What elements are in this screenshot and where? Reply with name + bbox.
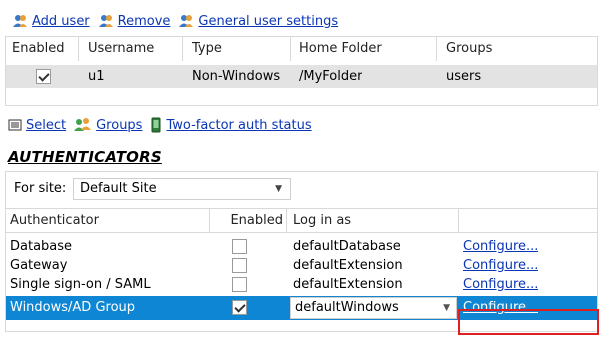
authenticator-name: Gateway [10, 258, 68, 273]
remove-user-icon [98, 15, 113, 27]
add-user-icon [13, 15, 27, 27]
authenticator-enabled-checkbox[interactable] [232, 258, 247, 273]
groups-icon [74, 118, 92, 131]
column-header-groups[interactable]: Groups [446, 37, 492, 61]
login-as-dropdown-value: defaultWindows [295, 300, 399, 315]
general-user-settings-button[interactable]: General user settings [178, 13, 338, 29]
user-settings-icon [179, 15, 194, 27]
two-factor-status-link[interactable]: Two-factor auth status [166, 118, 311, 133]
list-select-icon [8, 119, 22, 131]
authenticator-name: Database [10, 239, 73, 254]
column-header-username[interactable]: Username [88, 37, 154, 61]
column-header-enabled[interactable]: Enabled [218, 209, 283, 233]
user-username: u1 [88, 69, 105, 84]
user-groups: users [446, 69, 482, 84]
add-user-link[interactable]: Add user [32, 14, 90, 29]
user-type: Non-Windows [192, 69, 281, 84]
authenticators-table-header: Authenticator Enabled Log in as [6, 209, 597, 233]
configure-link[interactable]: Configure... [463, 275, 538, 294]
select-button[interactable]: Select [8, 118, 66, 133]
table-row[interactable]: Single sign-on / SAML defaultExtension C… [6, 275, 597, 294]
authenticator-login-as: defaultExtension [293, 258, 403, 273]
table-row[interactable]: u1 Non-Windows /MyFolder users [6, 65, 597, 88]
site-panel: For site: Default Site ▼ [5, 171, 598, 208]
column-header-enabled[interactable]: Enabled [12, 37, 65, 61]
general-user-settings-link[interactable]: General user settings [198, 14, 338, 29]
table-row[interactable]: Gateway defaultExtension Configure... [6, 256, 597, 275]
column-header-type[interactable]: Type [192, 37, 222, 61]
authenticator-enabled-checkbox[interactable] [232, 277, 247, 292]
authenticator-name: Single sign-on / SAML [10, 277, 151, 292]
highlight-box [458, 309, 599, 335]
groups-button[interactable]: Groups [74, 117, 142, 133]
site-dropdown-value: Default Site [80, 181, 157, 196]
phone-icon [151, 117, 161, 133]
add-user-button[interactable]: Add user [12, 13, 90, 29]
authenticators-title: AUTHENTICATORS [8, 148, 162, 166]
users-table-header: Enabled Username Type Home Folder Groups [6, 36, 597, 61]
selection-toolbar: Select Groups Two-factor auth status [8, 114, 320, 136]
authenticator-login-as: defaultExtension [293, 277, 403, 292]
select-link[interactable]: Select [26, 118, 66, 133]
authenticator-enabled-checkbox[interactable] [232, 300, 247, 315]
login-as-dropdown[interactable]: defaultWindows ▼ [290, 297, 457, 319]
chevron-down-icon: ▼ [443, 303, 450, 313]
remove-user-button[interactable]: Remove [98, 13, 171, 29]
authenticator-login-as: defaultDatabase [293, 239, 401, 254]
user-enabled-checkbox[interactable] [36, 69, 51, 84]
site-label: For site: [14, 181, 67, 196]
authenticator-name: Windows/AD Group [10, 300, 136, 315]
authenticator-enabled-checkbox[interactable] [232, 239, 247, 254]
configure-link[interactable]: Configure... [463, 237, 538, 256]
configure-link[interactable]: Configure... [463, 256, 538, 275]
user-home-folder: /MyFolder [299, 69, 363, 84]
table-row[interactable]: Database defaultDatabase Configure... [6, 237, 597, 256]
column-header-home-folder[interactable]: Home Folder [299, 37, 382, 61]
column-header-login-as[interactable]: Log in as [293, 209, 351, 233]
remove-user-link[interactable]: Remove [118, 14, 171, 29]
chevron-down-icon: ▼ [275, 184, 282, 194]
users-table: Enabled Username Type Home Folder Groups… [5, 36, 598, 106]
groups-link[interactable]: Groups [96, 118, 142, 133]
users-toolbar: Add user Remove General user settings [12, 10, 346, 32]
column-header-authenticator[interactable]: Authenticator [10, 209, 99, 233]
two-factor-status-button[interactable]: Two-factor auth status [150, 117, 312, 133]
site-dropdown[interactable]: Default Site ▼ [73, 178, 291, 200]
